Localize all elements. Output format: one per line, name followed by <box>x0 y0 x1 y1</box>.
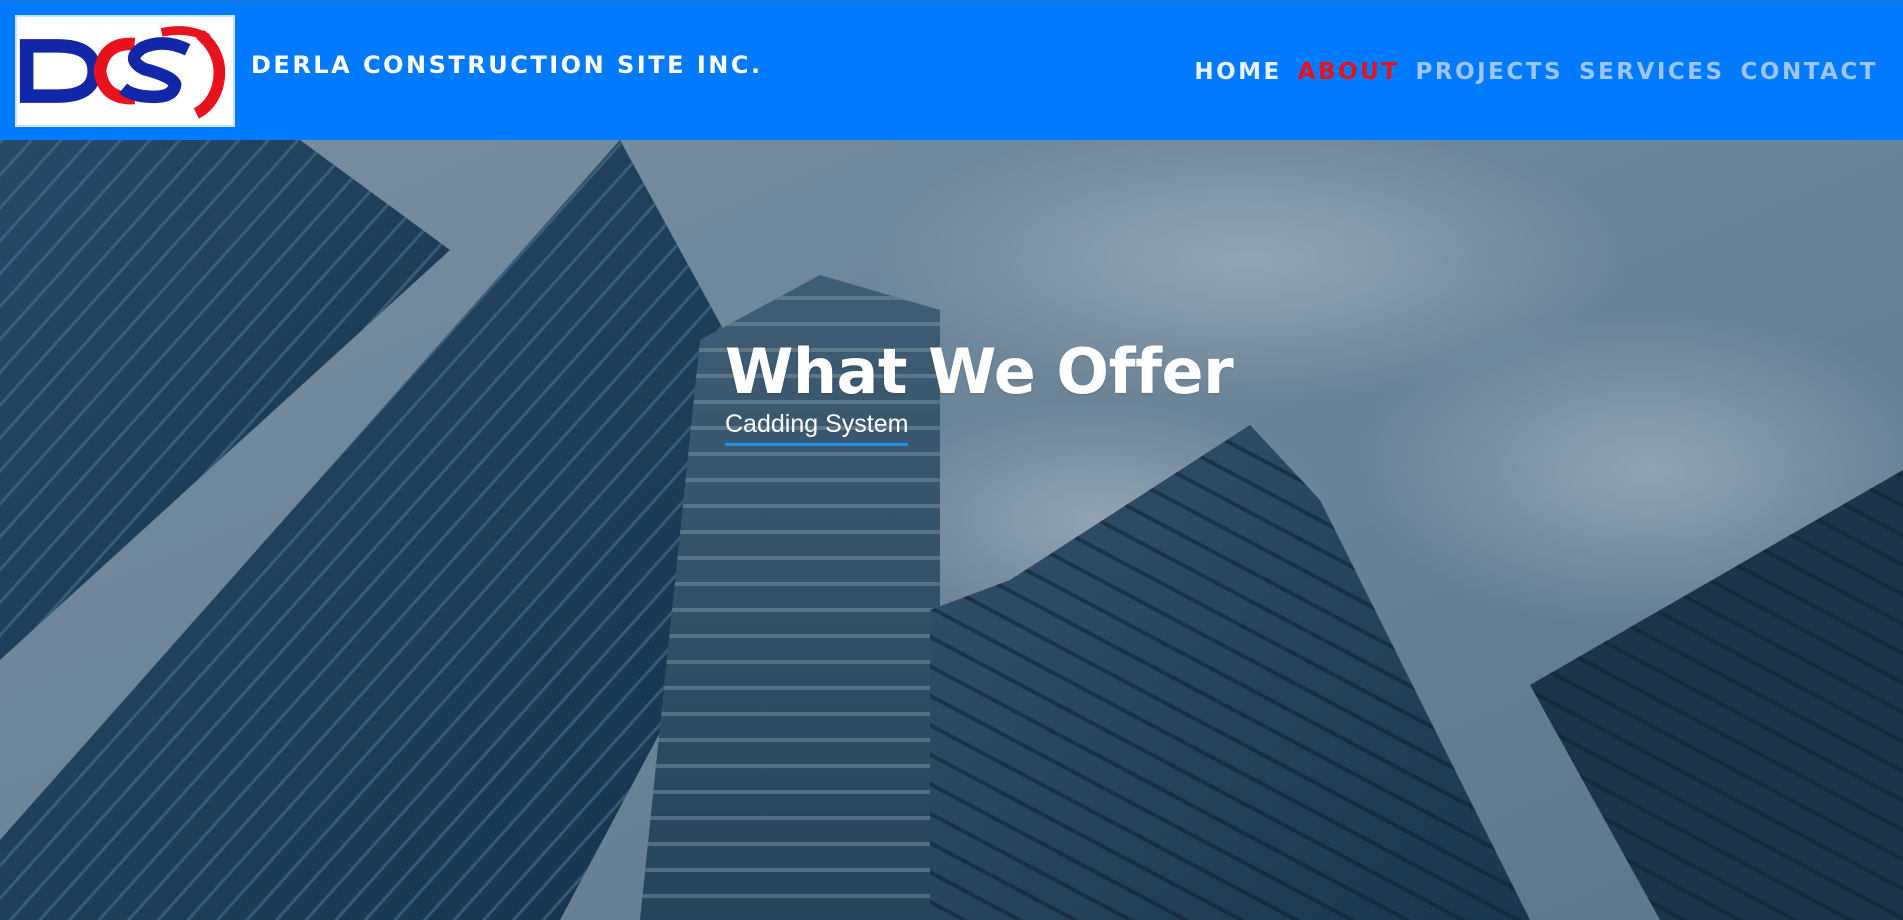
nav-projects[interactable]: PROJECTS <box>1416 59 1564 85</box>
nav-contact[interactable]: CONTACT <box>1741 59 1878 85</box>
hero-title: What We Offer <box>725 335 1234 408</box>
main-nav: HOME ABOUT PROJECTS SERVICES CONTACT <box>1194 59 1878 85</box>
page: DERLA CONSTRUCTION SITE INC. HOME ABOUT … <box>0 0 1903 920</box>
hero-background-image <box>0 140 1903 920</box>
hero-section: What We Offer Cadding System <box>0 140 1903 920</box>
nav-services[interactable]: SERVICES <box>1579 59 1725 85</box>
site-header: DERLA CONSTRUCTION SITE INC. HOME ABOUT … <box>0 0 1903 140</box>
logo-mark-icon <box>19 26 226 119</box>
nav-home[interactable]: HOME <box>1194 59 1281 85</box>
hero-subtitle[interactable]: Cadding System <box>725 410 909 446</box>
nav-about[interactable]: ABOUT <box>1298 59 1400 85</box>
brand-name: DERLA CONSTRUCTION SITE INC. <box>251 51 763 79</box>
logo[interactable] <box>15 15 235 127</box>
